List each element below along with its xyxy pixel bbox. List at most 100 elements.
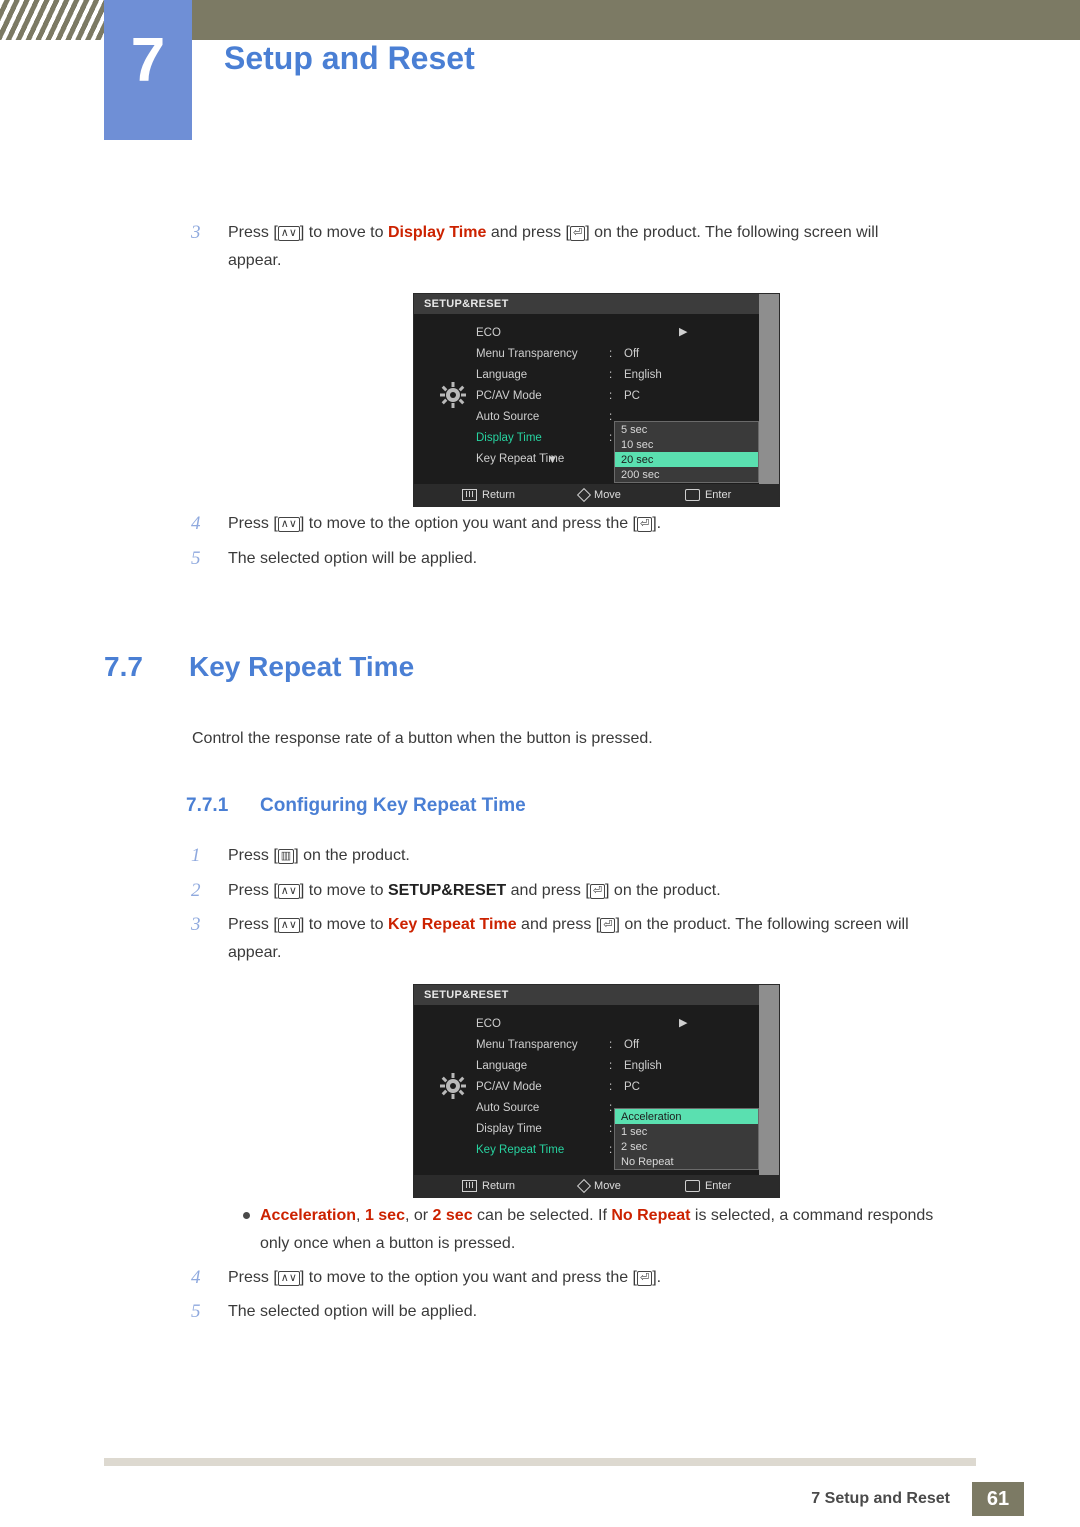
key-repeat-time-term: Key Repeat Time [387,916,517,933]
osd-enter-label: Enter [704,489,732,501]
osd-row-label: Language [476,369,528,381]
osd-title: SETUP&RESET [414,985,779,1005]
display-time-term: Display Time [387,224,487,241]
step-number: 4 [191,513,201,534]
enter-icon: ⏎ [637,517,653,532]
step-text-line2: appear. [228,252,282,269]
one-sec-term: 1 sec [364,1207,405,1224]
step-number: 5 [191,1301,201,1322]
osd-move-hint[interactable]: Move [576,1178,621,1194]
key-repeat-note: Acceleration, 1 sec, or 2 sec can be sel… [260,1203,1020,1257]
osd-row-value: PC [624,1081,640,1093]
osd-row-menu-transparency[interactable]: Menu Transparency : Off [476,1036,761,1057]
note-text: can be selected. If [472,1207,612,1224]
enter-icon [684,489,700,501]
osd-option-no-repeat[interactable]: No Repeat [615,1154,758,1169]
step-number: 3 [191,914,201,935]
section-description: Control the response rate of a button wh… [192,730,653,747]
osd-row-value: PC [624,390,640,402]
step-text: and press [ [486,224,570,241]
step-text: Press [ [228,1269,278,1286]
subsection-number: 7.7.1 [186,795,229,816]
enter-icon: ⏎ [569,226,586,241]
updown-icon: ∧∨ [277,226,300,241]
osd-footer: Return Move Enter [414,1175,779,1197]
osd-row-label: Display Time [476,1123,542,1135]
osd-row-value: Off [624,1039,640,1051]
osd-side-panel [759,294,779,506]
osd-enter-label: Enter [704,1180,732,1192]
kr-step-2-text: Press [∧∨] to move to SETUP&RESET and pr… [228,878,721,904]
osd-row-pc-av-mode[interactable]: PC/AV Mode : PC [476,387,761,408]
step-text: ] on the product. [605,882,721,899]
step-text: ] to move to [299,224,388,241]
osd-row-eco[interactable]: ECO [476,324,761,345]
osd-row-label: PC/AV Mode [476,1081,542,1093]
note-text: , [356,1207,365,1224]
osd-row-pc-av-mode[interactable]: PC/AV Mode : PC [476,1078,761,1099]
osd-option-1sec[interactable]: 1 sec [615,1124,758,1139]
osd-option-20sec[interactable]: 20 sec [615,452,758,467]
osd-row-language[interactable]: Language : English [476,1057,761,1078]
page-number: 61 [972,1482,1024,1516]
osd-display-time-options[interactable]: 5 sec 10 sec 20 sec 200 sec [614,421,759,483]
osd-screenshot-display-time: SETUP&RESET ▶ ECO Menu Transparency : Of… [413,293,780,507]
enter-icon: ⏎ [637,1271,653,1286]
osd-row-label: Auto Source [476,411,540,423]
osd-row-language[interactable]: Language : English [476,366,761,387]
footer-label: 7 Setup and Reset [811,1490,950,1507]
osd-option-10sec[interactable]: 10 sec [615,437,758,452]
osd-move-label: Move [594,489,621,501]
osd-row-colon: : [609,1039,613,1051]
osd-option-acceleration[interactable]: Acceleration [615,1109,758,1124]
osd-key-repeat-options[interactable]: Acceleration 1 sec 2 sec No Repeat [614,1108,759,1170]
osd-enter-hint[interactable]: Enter [684,489,732,501]
osd-enter-hint[interactable]: Enter [684,1180,732,1192]
two-sec-term: 2 sec [432,1207,473,1224]
osd-move-hint[interactable]: Move [576,487,621,503]
osd-return-hint[interactable]: Return [462,489,515,501]
osd-screenshot-key-repeat-time: SETUP&RESET ▶ ECO Menu Transparency : Of… [413,984,780,1198]
osd-row-label: ECO [476,327,501,339]
step-text: ]. [652,515,662,532]
step-number: 1 [191,845,201,866]
osd-return-label: Return [482,489,516,501]
osd-title: SETUP&RESET [414,294,779,314]
updown-icon: ∧∨ [277,517,300,532]
step-text: ] to move to [299,916,388,933]
osd-row-colon: : [609,390,613,402]
osd-row-label: Display Time [476,432,542,444]
osd-row-label: Auto Source [476,1102,540,1114]
no-repeat-term: No Repeat [611,1207,691,1224]
osd-return-label: Return [482,1180,516,1192]
gear-icon [440,382,466,408]
step-text: Press [ [228,916,278,933]
osd-option-2sec[interactable]: 2 sec [615,1139,758,1154]
osd-return-hint[interactable]: Return [462,1180,515,1192]
osd-row-colon: : [609,1144,613,1156]
step-text: Press [ [228,224,278,241]
note-text-line2: only once when a button is pressed. [260,1235,516,1252]
setup-reset-term: SETUP&RESET [387,882,507,899]
osd-row-colon: : [609,1102,613,1114]
step-text: ] on the product. The following screen w… [615,916,909,933]
osd-scroll-down-icon: ▼ [547,454,558,466]
step-text: and press [ [516,916,601,933]
osd-row-value: Off [624,348,640,360]
updown-icon: ∧∨ [277,1271,300,1286]
kr-step-5-text: The selected option will be applied. [228,1303,478,1320]
osd-option-200sec[interactable]: 200 sec [615,467,758,482]
step-text: and press [ [506,882,590,899]
updown-icon: ∧∨ [277,918,300,933]
osd-row-menu-transparency[interactable]: Menu Transparency : Off [476,345,761,366]
section-number: 7.7 [104,651,143,682]
osd-option-5sec[interactable]: 5 sec [615,422,758,437]
osd-row-eco[interactable]: ECO [476,1015,761,1036]
step-text: ] to move to the option you want and pre… [299,1269,637,1286]
note-text: , or [404,1207,433,1224]
chapter-number: 7 [130,25,166,95]
enter-icon: ⏎ [600,918,616,933]
step-text: ] to move to [299,882,388,899]
osd-row-label: PC/AV Mode [476,390,542,402]
osd-row-value: English [624,369,662,381]
